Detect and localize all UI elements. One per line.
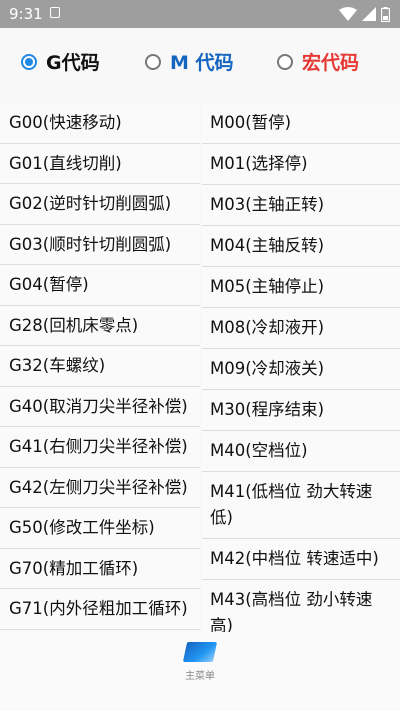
wifi-icon (339, 7, 357, 21)
g-code-item[interactable]: G40(取消刀尖半径补偿) (0, 386, 200, 427)
status-time: 9:31 (9, 5, 43, 23)
g-code-item[interactable]: G01(直线切削) (0, 143, 200, 184)
m-code-item[interactable]: M08(冷却液开) (202, 308, 400, 349)
m-code-item[interactable]: M30(程序结束) (202, 390, 400, 431)
code-type-selector: G代码 M 代码 宏代码 (0, 28, 400, 100)
g-code-item[interactable]: G32(车螺纹) (0, 346, 200, 387)
g-code-item[interactable]: G00(快速移动) (0, 103, 200, 144)
radio-label: G代码 (46, 52, 100, 74)
g-code-item[interactable]: G04(暂停) (0, 265, 200, 306)
m-code-item[interactable]: M40(空档位) (202, 431, 400, 472)
status-bar: 9:31 (0, 0, 400, 28)
m-code-item[interactable]: M01(选择停) (202, 144, 400, 185)
g-code-item[interactable]: G71(内外径粗加工循环) (0, 589, 200, 630)
g-code-item[interactable]: G02(逆时针切削圆弧) (0, 184, 200, 225)
m-code-list: M00(暂停) M01(选择停) M03(主轴正转) M04(主轴反转) M05… (202, 103, 400, 647)
notification-icon (50, 7, 60, 18)
g-code-item[interactable]: G41(右侧刀尖半径补偿) (0, 427, 200, 468)
g-code-item[interactable]: G03(顺时针切削圆弧) (0, 224, 200, 265)
g-code-item[interactable]: G70(精加工循环) (0, 548, 200, 589)
main-menu-icon (182, 642, 218, 662)
m-code-item[interactable]: M05(主轴停止) (202, 267, 400, 308)
radio-g-code[interactable]: G代码 (21, 48, 100, 75)
radio-checked-icon (21, 53, 37, 70)
status-icons (339, 5, 390, 23)
signal-icon (362, 7, 376, 21)
radio-unchecked-icon (277, 53, 293, 70)
g-code-item[interactable]: G50(修改工件坐标) (0, 508, 200, 549)
g-code-list: G00(快速移动) G01(直线切削) G02(逆时针切削圆弧) G03(顺时针… (0, 103, 200, 630)
m-code-item[interactable]: M09(冷却液关) (202, 349, 400, 390)
radio-macro-code[interactable]: 宏代码 (277, 48, 359, 75)
radio-unchecked-icon (145, 53, 161, 70)
radio-label: M 代码 (170, 52, 234, 74)
g-code-item[interactable]: G42(左侧刀尖半径补偿) (0, 467, 200, 508)
g-code-item[interactable]: G28(回机床零点) (0, 305, 200, 346)
m-code-item[interactable]: M03(主轴正转) (202, 185, 400, 226)
main-menu-label: 主菜单 (185, 671, 215, 682)
main-menu-button[interactable]: 主菜单 (175, 638, 225, 688)
m-code-item[interactable]: M41(低档位 劲大转速低) (202, 472, 400, 539)
radio-m-code[interactable]: M 代码 (145, 48, 234, 75)
radio-label: 宏代码 (302, 52, 360, 74)
m-code-item[interactable]: M00(暂停) (202, 103, 400, 144)
battery-icon (381, 6, 390, 22)
bottom-nav: 主菜单 (0, 632, 400, 711)
m-code-item[interactable]: M04(主轴反转) (202, 226, 400, 267)
m-code-item[interactable]: M42(中档位 转速适中) (202, 539, 400, 580)
